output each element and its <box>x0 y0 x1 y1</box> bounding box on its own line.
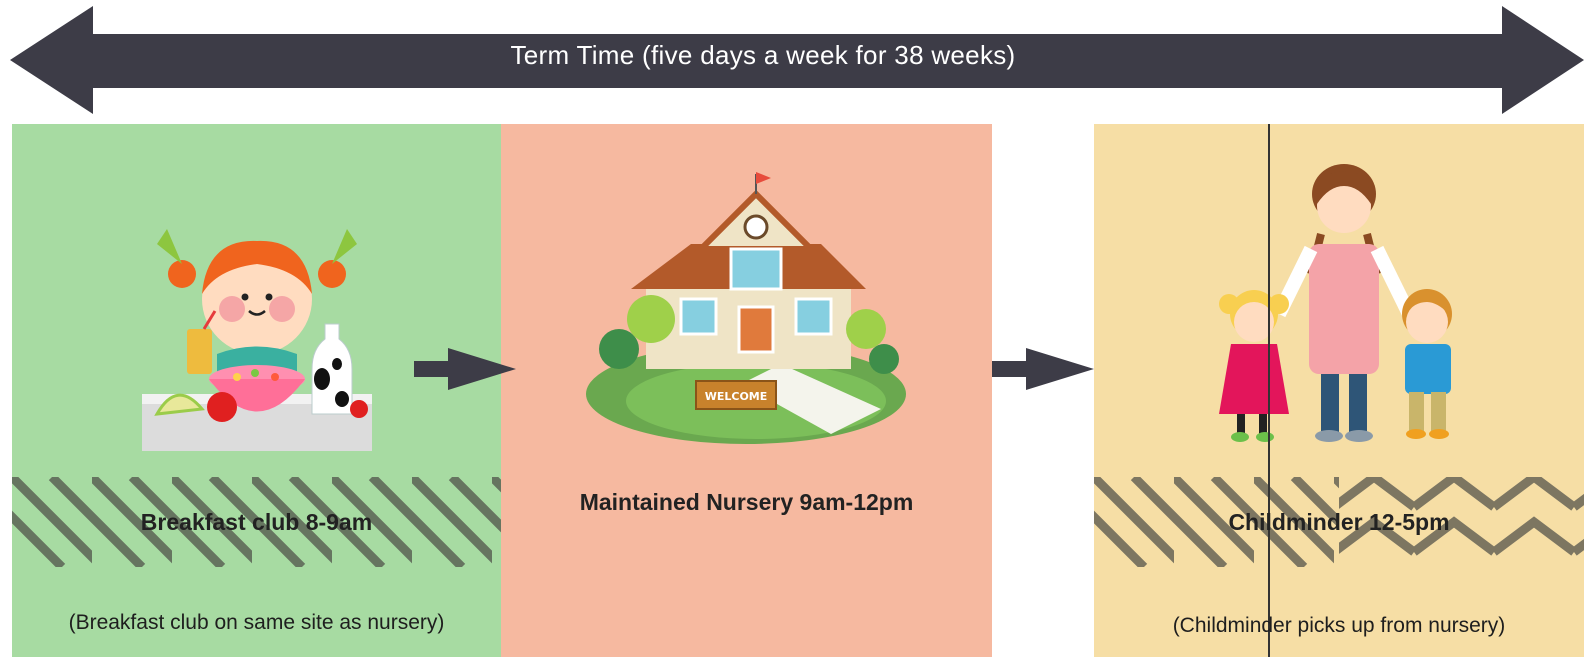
school-building-illustration: WELCOME <box>586 172 906 444</box>
maintained-nursery-panel: WELCOME Maintained Nursery 9am-12pm <box>501 124 992 657</box>
girl-eating-breakfast-illustration <box>142 229 372 451</box>
maintained-nursery-title: Maintained Nursery 9am-12pm <box>579 489 914 515</box>
breakfast-club-title: Breakfast club 8-9am <box>140 509 373 535</box>
breakfast-club-panel: Breakfast club 8-9am (Breakfast club on … <box>12 124 501 657</box>
childminder-note: (Childminder picks up from nursery) <box>1172 614 1506 637</box>
vertical-divider <box>1268 124 1270 657</box>
childminder-panel: Childminder 12-5pm (Childminder picks up… <box>1094 124 1584 657</box>
timeline-label: Term Time (five days a week for 38 weeks… <box>510 40 1016 70</box>
childminder-with-children-illustration <box>1219 164 1452 442</box>
breakfast-club-note: (Breakfast club on same site as nursery) <box>68 611 445 634</box>
right-arrow-icon <box>414 348 516 390</box>
term-time-timeline: Term Time (five days a week for 38 weeks… <box>0 0 1584 120</box>
right-arrow-icon <box>992 348 1094 390</box>
welcome-sign-text: WELCOME <box>705 390 768 403</box>
childminder-title: Childminder 12-5pm <box>1228 509 1450 535</box>
